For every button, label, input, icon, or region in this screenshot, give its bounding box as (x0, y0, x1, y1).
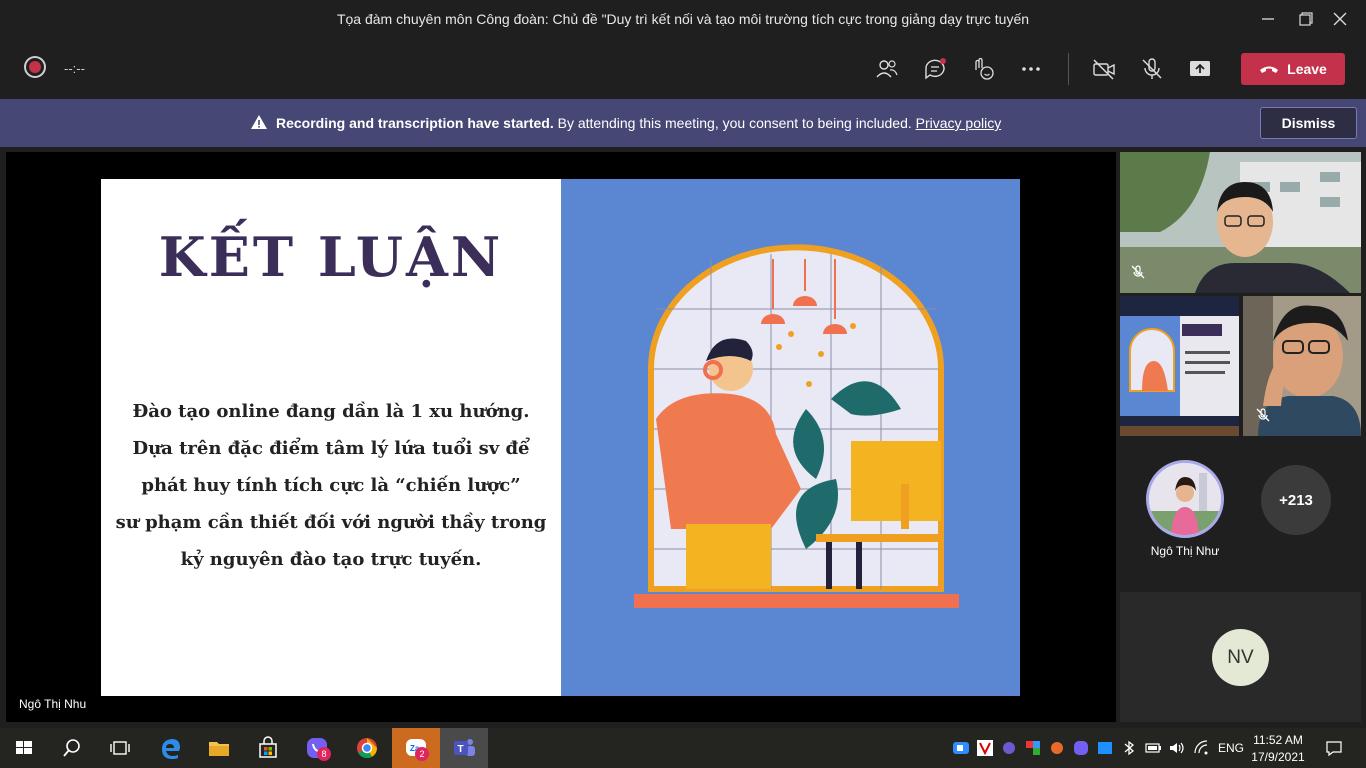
slide-line: Dựa trên đặc điểm tâm lý lứa tuổi sv để (132, 438, 530, 459)
slide-body: Đào tạo online đang dần là 1 xu hướng. D… (101, 393, 561, 578)
mic-off-icon[interactable] (1139, 56, 1165, 82)
slide-line: sư phạm cần thiết đối với người thầy tro… (115, 512, 547, 533)
title-bar: Tọa đàm chuyên môn Công đoàn: Chủ đề "Du… (0, 0, 1366, 38)
presenter-name: Ngô Thị Nhu (19, 697, 87, 711)
viber-tray-icon[interactable] (1072, 739, 1090, 757)
slide-illustration (634, 244, 959, 608)
window-title: Tọa đàm chuyên môn Công đoàn: Chủ đề "Du… (336, 11, 1030, 27)
battery-icon[interactable] (1144, 739, 1162, 757)
store-icon[interactable] (254, 734, 282, 762)
maximize-icon[interactable] (1295, 8, 1317, 30)
avatar-photo (1149, 463, 1221, 535)
clock-time: 11:52 AM (1253, 733, 1303, 747)
banner-message: Recording and transcription have started… (276, 115, 1001, 131)
mic-muted-icon (1256, 408, 1270, 422)
share-screen-icon[interactable] (1187, 56, 1213, 82)
recording-banner: Recording and transcription have started… (0, 99, 1366, 147)
slide-line: Đào tạo online đang dần là 1 xu hướng. (132, 401, 530, 422)
participant-video-2[interactable] (1120, 296, 1239, 436)
banner-text: By attending this meeting, you consent t… (553, 115, 916, 131)
svg-text:T: T (458, 744, 464, 755)
viber-badge: 8 (317, 747, 331, 761)
search-icon[interactable] (58, 734, 86, 762)
banner-bold-text: Recording and transcription have started… (276, 115, 554, 131)
participant-name: Ngô Thị Như (1150, 544, 1220, 558)
file-explorer-icon[interactable] (205, 734, 233, 762)
participant-video-image (1120, 152, 1361, 293)
participants-icon[interactable] (874, 56, 900, 82)
close-icon[interactable] (1329, 8, 1351, 30)
tray-app-icon[interactable] (1096, 739, 1114, 757)
edge-icon[interactable] (157, 734, 185, 762)
tray-app-icon[interactable] (1048, 739, 1066, 757)
participant-initials-avatar: NV (1212, 629, 1269, 686)
slide-line: phát huy tính tích cực là “chiến lược” (141, 475, 521, 496)
participant-video-image (1120, 296, 1239, 436)
more-participants-button[interactable]: +213 (1261, 465, 1331, 535)
clock-date: 17/9/2021 (1251, 750, 1305, 764)
slide-title: KẾT LUẬN (158, 225, 504, 289)
bluetooth-icon[interactable] (1120, 739, 1138, 757)
minimize-icon[interactable] (1257, 8, 1279, 30)
chat-icon[interactable] (922, 56, 948, 82)
notifications-icon[interactable] (1325, 739, 1343, 757)
participant-avatar[interactable] (1146, 460, 1224, 538)
leave-button[interactable]: Leave (1241, 53, 1345, 85)
camera-off-icon[interactable] (1091, 56, 1117, 82)
tray-app-icon[interactable] (1000, 739, 1018, 757)
dismiss-button[interactable]: Dismiss (1260, 107, 1357, 139)
hang-up-icon (1260, 66, 1279, 73)
taskbar-clock[interactable]: 11:52 AM 17/9/2021 (1248, 732, 1308, 766)
participant-video-1[interactable] (1120, 152, 1361, 293)
leave-label: Leave (1287, 61, 1327, 77)
vietkey-tray-icon[interactable] (976, 739, 994, 757)
toolbar-divider (1068, 53, 1069, 85)
wifi-icon[interactable] (1192, 739, 1210, 757)
meeting-timer: --:-- (64, 61, 85, 76)
windows-start-icon[interactable] (10, 734, 38, 762)
tray-app-icon[interactable] (1024, 739, 1042, 757)
participant-video-3[interactable] (1243, 296, 1361, 436)
mic-muted-icon (1131, 265, 1145, 279)
chrome-icon[interactable] (353, 734, 381, 762)
language-indicator[interactable]: ENG (1218, 741, 1244, 755)
zalo-badge: 2 (415, 747, 429, 761)
teams-icon[interactable]: T (450, 734, 478, 762)
warning-icon (251, 115, 267, 129)
zoom-tray-icon[interactable] (952, 739, 970, 757)
slide-line: kỷ nguyên đào tạo trực tuyến. (180, 549, 482, 570)
more-actions-icon[interactable] (1018, 56, 1044, 82)
privacy-policy-link[interactable]: Privacy policy (916, 115, 1002, 131)
volume-icon[interactable] (1168, 739, 1186, 757)
reactions-icon[interactable] (970, 56, 996, 82)
task-view-icon[interactable] (106, 734, 134, 762)
recording-icon (29, 61, 41, 73)
